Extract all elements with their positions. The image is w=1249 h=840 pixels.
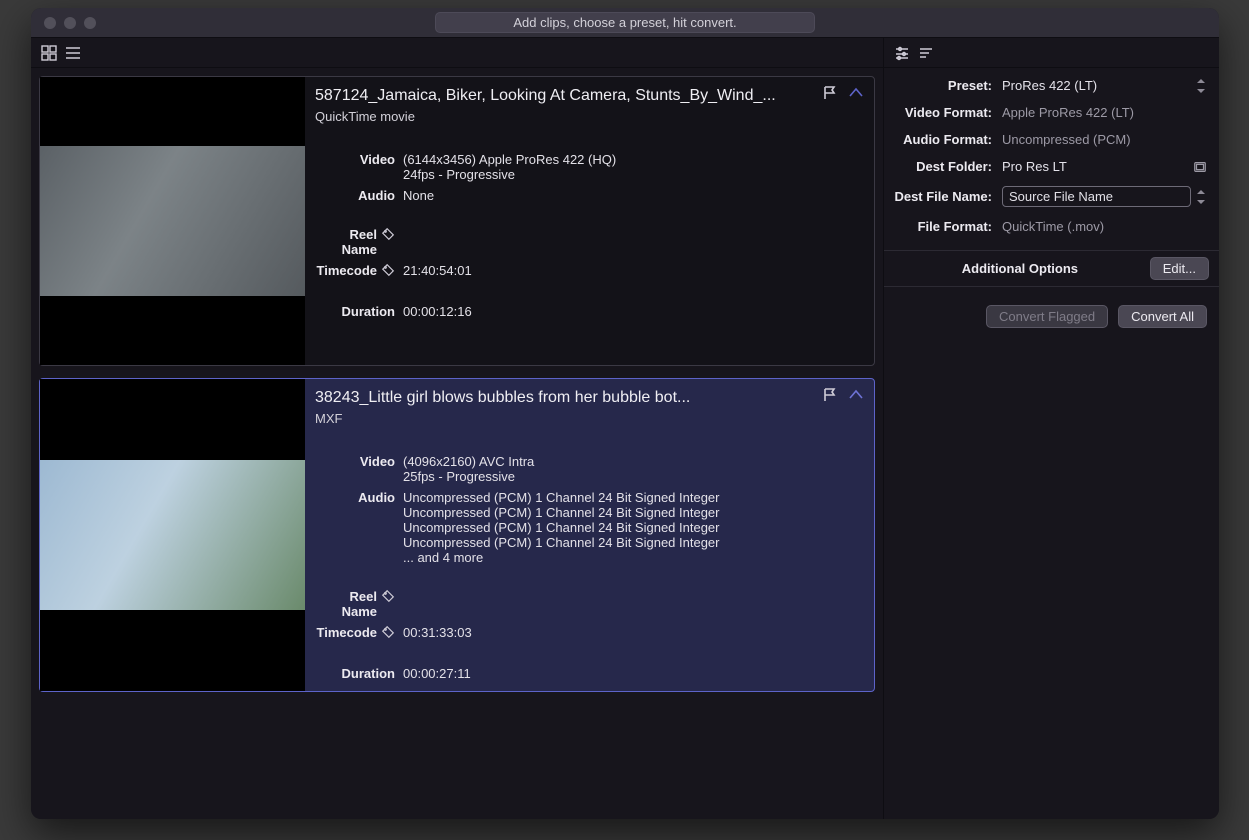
file-format-value: QuickTime (.mov) xyxy=(1002,219,1207,234)
collapse-icon[interactable] xyxy=(848,387,864,406)
clip-thumbnail xyxy=(40,379,305,691)
action-buttons: Convert Flagged Convert All xyxy=(884,287,1219,346)
clip-container: MXF xyxy=(315,411,864,426)
timecode-label: Timecode xyxy=(315,263,403,280)
audio-label: Audio xyxy=(315,490,403,565)
video-format-value: Apple ProRes 422 (LT) xyxy=(1002,105,1207,120)
preset-select[interactable]: ProRes 422 (LT) xyxy=(1002,78,1207,93)
duration-value: 00:00:12:16 xyxy=(403,304,472,319)
duration-label: Duration xyxy=(315,304,403,319)
tag-icon xyxy=(381,227,395,244)
file-format-label: File Format: xyxy=(890,219,1002,234)
video-label: Video xyxy=(315,152,403,182)
updown-icon xyxy=(1197,79,1207,93)
clip-list[interactable]: 587124_Jamaica, Biker, Looking At Camera… xyxy=(31,68,883,819)
duration-label: Duration xyxy=(315,666,403,681)
app-window: Add clips, choose a preset, hit convert. xyxy=(31,8,1219,819)
flag-icon[interactable] xyxy=(822,85,838,104)
audio-value: None xyxy=(403,188,434,203)
convert-flagged-button[interactable]: Convert Flagged xyxy=(986,305,1108,328)
minimize-window-button[interactable] xyxy=(64,17,76,29)
video-format-label: Video Format: xyxy=(890,105,1002,120)
additional-options-row: Additional Options Edit... xyxy=(884,250,1219,287)
audio-value: Uncompressed (PCM) 1 Channel 24 Bit Sign… xyxy=(403,490,720,565)
dest-folder-value[interactable]: Pro Res LT xyxy=(1002,159,1187,174)
duration-value: 00:00:27:11 xyxy=(403,666,471,681)
sort-icon[interactable] xyxy=(918,45,934,61)
clip-title: 38243_Little girl blows bubbles from her… xyxy=(315,389,864,407)
setting-fields: Preset: ProRes 422 (LT) Video Format: Ap… xyxy=(884,68,1219,244)
convert-all-button[interactable]: Convert All xyxy=(1118,305,1207,328)
flag-icon[interactable] xyxy=(822,387,838,406)
timecode-value: 21:40:54:01 xyxy=(403,263,472,280)
timecode-value: 00:31:33:03 xyxy=(403,625,472,642)
clip-item[interactable]: 38243_Little girl blows bubbles from her… xyxy=(39,378,875,692)
tag-icon xyxy=(381,263,395,280)
list-view-icon[interactable] xyxy=(65,45,81,61)
clip-item[interactable]: 587124_Jamaica, Biker, Looking At Camera… xyxy=(39,76,875,366)
tag-icon xyxy=(381,625,395,642)
title-prompt: Add clips, choose a preset, hit convert. xyxy=(435,12,815,33)
audio-format-label: Audio Format: xyxy=(890,132,1002,147)
clip-details: 587124_Jamaica, Biker, Looking At Camera… xyxy=(305,77,874,365)
collapse-icon[interactable] xyxy=(848,85,864,104)
clip-title: 587124_Jamaica, Biker, Looking At Camera… xyxy=(315,87,864,105)
updown-icon xyxy=(1197,190,1207,204)
clip-view-toolbar xyxy=(31,38,883,68)
folder-picker-icon[interactable] xyxy=(1187,160,1207,174)
video-value: (6144x3456) Apple ProRes 422 (HQ) 24fps … xyxy=(403,152,616,182)
timecode-label: Timecode xyxy=(315,625,403,642)
dest-folder-label: Dest Folder: xyxy=(890,159,1002,174)
reel-name-label: Reel Name xyxy=(315,589,403,619)
settings-pane: Preset: ProRes 422 (LT) Video Format: Ap… xyxy=(884,38,1219,819)
dest-filename-label: Dest File Name: xyxy=(890,189,1002,204)
clip-container: QuickTime movie xyxy=(315,109,864,124)
video-value: (4096x2160) AVC Intra 25fps - Progressiv… xyxy=(403,454,534,484)
content-area: 587124_Jamaica, Biker, Looking At Camera… xyxy=(31,38,1219,819)
clip-details: 38243_Little girl blows bubbles from her… xyxy=(305,379,874,691)
titlebar: Add clips, choose a preset, hit convert. xyxy=(31,8,1219,38)
audio-label: Audio xyxy=(315,188,403,203)
zoom-window-button[interactable] xyxy=(84,17,96,29)
reel-name-label: Reel Name xyxy=(315,227,403,257)
window-controls xyxy=(44,17,96,29)
video-label: Video xyxy=(315,454,403,484)
edit-button[interactable]: Edit... xyxy=(1150,257,1209,280)
tag-icon xyxy=(381,589,395,606)
close-window-button[interactable] xyxy=(44,17,56,29)
audio-format-value: Uncompressed (PCM) xyxy=(1002,132,1207,147)
clip-thumbnail xyxy=(40,77,305,365)
sliders-icon[interactable] xyxy=(894,45,910,61)
settings-toolbar xyxy=(884,38,1219,68)
clip-pane: 587124_Jamaica, Biker, Looking At Camera… xyxy=(31,38,884,819)
additional-options-label: Additional Options xyxy=(890,261,1150,276)
preset-label: Preset: xyxy=(890,78,1002,93)
grid-view-icon[interactable] xyxy=(41,45,57,61)
dest-filename-select[interactable]: Source File Name xyxy=(1002,186,1207,207)
